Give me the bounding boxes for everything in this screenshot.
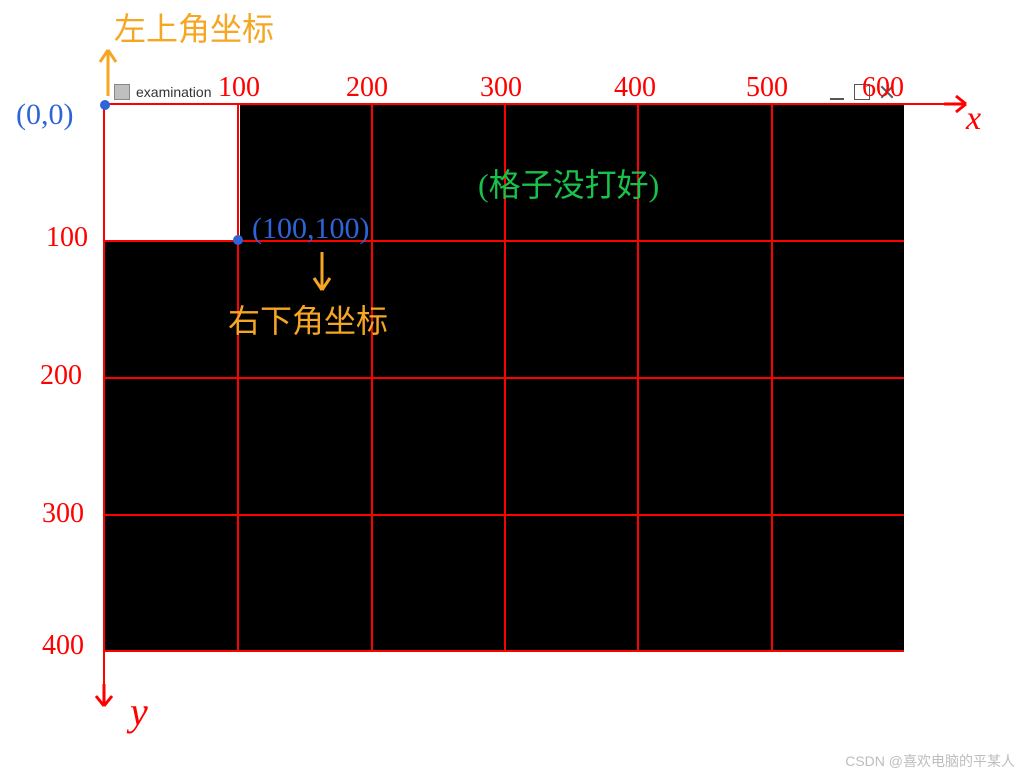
inner-dot [233,235,243,245]
inner-point-label: (100,100) [252,212,369,246]
x-tick-400: 400 [614,72,656,104]
x-tick-500: 500 [746,72,788,104]
x-tick-300: 300 [480,72,522,104]
window-title: examination [136,84,212,100]
origin-dot [100,100,110,110]
origin-label: (0,0) [16,98,73,132]
x-tick-100: 100 [218,72,260,104]
y-tick-300: 300 [42,498,84,530]
minimize-icon[interactable] [830,84,844,100]
x-tick-600: 600 [862,72,904,104]
bottom-right-annotation: 右下角坐标 [228,296,388,342]
y-axis [103,104,105,694]
grid-note: (格子没打好) [478,160,659,206]
y-tick-200: 200 [40,360,82,392]
grid-h-400 [104,650,904,652]
y-tick-100: 100 [46,222,88,254]
x-tick-200: 200 [346,72,388,104]
grid-h-300 [104,514,904,516]
white-origin-block [104,104,240,240]
y-tick-400: 400 [42,630,84,662]
grid-h-200 [104,377,904,379]
bottom-right-arrow-icon [310,252,334,300]
top-left-arrow-icon [96,38,120,98]
x-axis-label: x [966,100,981,138]
watermark: CSDN @喜欢电脑的平某人 [845,751,1015,771]
y-arrowhead [94,684,114,714]
top-left-annotation: 左上角坐标 [114,4,274,50]
grid-h-100 [104,240,904,242]
y-axis-label: y [130,688,148,735]
